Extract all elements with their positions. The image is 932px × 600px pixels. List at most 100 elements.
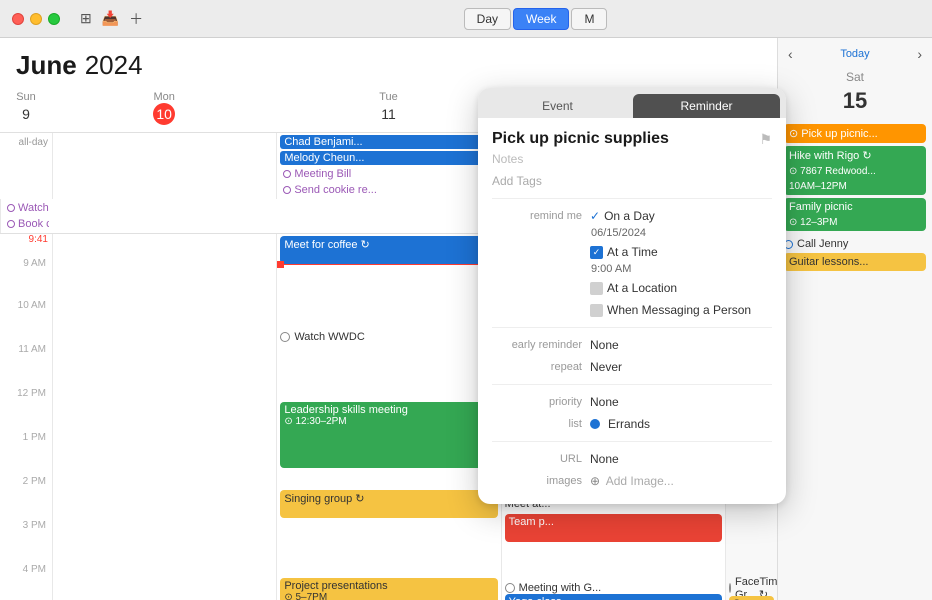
at-location-row: At a Location: [492, 277, 772, 299]
minimize-button[interactable]: [30, 13, 42, 25]
right-event-family-picnic[interactable]: Family picnic ⊙ 12–3PM: [784, 198, 926, 231]
divider-1: [492, 198, 772, 199]
mon-events-col[interactable]: Meet for coffee ↻ Watch WWDC Leadership …: [276, 234, 500, 600]
sun-events-col[interactable]: [52, 234, 276, 600]
sidebar-toggle-icon[interactable]: ⊞: [80, 10, 92, 27]
repeat-label: repeat: [492, 361, 582, 373]
soccer-event[interactable]: Soccer practice: [729, 596, 774, 600]
add-icon[interactable]: ＋: [129, 9, 143, 29]
allday-event-meeting-bill[interactable]: Meeting Bill: [280, 167, 497, 181]
divider-4: [492, 441, 772, 442]
current-time-indicator: [277, 261, 500, 268]
team-p-event[interactable]: Team p...: [505, 514, 722, 542]
list-val[interactable]: Errands: [608, 417, 650, 431]
at-a-time-row: At a Time: [492, 241, 772, 263]
day-view-button[interactable]: Day: [464, 8, 511, 30]
event-tab[interactable]: Event: [484, 94, 631, 118]
popup-tabs: Event Reminder: [478, 88, 786, 118]
at-a-time-check[interactable]: At a Time: [590, 245, 658, 259]
current-time-label: 9:41: [29, 234, 48, 245]
flag-icon[interactable]: ⚑: [759, 131, 772, 148]
meeting-bill-dot: [283, 170, 291, 178]
watch-dot: [7, 204, 15, 212]
mini-nav: ‹ Today ›: [778, 38, 932, 66]
singing-group-event[interactable]: Singing group ↻: [280, 490, 497, 518]
divider-2: [492, 327, 772, 328]
sat-date: 15: [778, 88, 932, 120]
month-view-button[interactable]: M: [571, 8, 607, 30]
reminder-tab[interactable]: Reminder: [633, 94, 780, 118]
list-row: list Errands: [492, 413, 772, 435]
right-event-picnic[interactable]: ⊙ Pick up picnic...: [784, 124, 926, 143]
watch-wwdc-event[interactable]: Watch WWDC: [280, 322, 497, 352]
at-a-time-label: At a Time: [607, 245, 658, 259]
on-a-day-label: On a Day: [604, 209, 655, 223]
right-sidebar: ‹ Today › Sat 15 ⊙ Pick up picnic... Hik…: [777, 38, 932, 600]
time-2pm: 2 PM: [0, 476, 52, 520]
popup-notes[interactable]: Notes: [492, 152, 772, 166]
project-presentations-event[interactable]: Project presentations ⊙ 5–7PM: [280, 578, 497, 600]
add-image-button[interactable]: ⊕ Add Image...: [590, 474, 674, 488]
time-labels-col: 9:41 9 AM 10 AM 11 AM 12 PM 1 PM 2 PM 3 …: [0, 234, 52, 600]
popup-tags[interactable]: Add Tags: [492, 174, 772, 188]
prev-month-button[interactable]: ‹: [788, 46, 793, 62]
at-a-time-checkbox[interactable]: [590, 246, 603, 259]
reminder-popup[interactable]: Event Reminder Pick up picnic supplies ⚑…: [478, 88, 786, 504]
at-location-checkbox[interactable]: [590, 282, 603, 295]
at-location-check[interactable]: At a Location: [590, 281, 677, 295]
allday-event-cookie[interactable]: Send cookie re...: [280, 183, 497, 197]
year-label: 2024: [85, 50, 143, 81]
day-header-mon[interactable]: Mon 10: [52, 87, 276, 132]
at-location-label: At a Location: [607, 281, 677, 295]
images-row: images ⊕ Add Image...: [492, 470, 772, 492]
time-11am: 11 AM: [0, 344, 52, 388]
right-event-hike[interactable]: Hike with Rigo ↻ ⊙ 7867 Redwood... 10AM–…: [784, 146, 926, 195]
allday-event-chad[interactable]: Chad Benjami...: [280, 135, 497, 149]
when-messaging-label: When Messaging a Person: [607, 303, 751, 317]
calendar-header: June 2024: [0, 38, 777, 87]
next-month-button[interactable]: ›: [917, 46, 922, 62]
repeat-row: repeat Never: [492, 356, 772, 378]
toolbar-icons: ⊞ 📥 ＋: [80, 9, 143, 29]
yoga-event[interactable]: Yoga class ⊙ Golden Gate Park 5:15–6:45P…: [505, 594, 722, 600]
inbox-icon[interactable]: 📥: [102, 10, 119, 27]
priority-val[interactable]: None: [590, 395, 619, 409]
allday-mon: Chad Benjami... Melody Cheun... Meeting …: [276, 133, 500, 199]
month-label: June: [16, 50, 77, 81]
allday-label: all-day: [0, 133, 52, 199]
list-dot: [590, 419, 600, 429]
allday-event-watch[interactable]: Watch new mo...: [4, 201, 49, 215]
time-4pm: 4 PM: [0, 564, 52, 600]
time-3pm: 3 PM: [0, 520, 52, 564]
leadership-event[interactable]: Leadership skills meeting ⊙ 12:30–2PM: [280, 402, 497, 468]
meet-coffee-event[interactable]: Meet for coffee ↻: [280, 236, 497, 264]
right-event-call-jenny[interactable]: Call Jenny: [784, 238, 926, 250]
when-messaging-checkbox[interactable]: [590, 304, 603, 317]
early-reminder-row: early reminder None: [492, 334, 772, 356]
repeat-val[interactable]: Never: [590, 360, 622, 374]
view-switcher: Day Week M: [464, 8, 608, 30]
close-button[interactable]: [12, 13, 24, 25]
week-view-button[interactable]: Week: [513, 8, 569, 30]
calendar-main: June 2024 Sun 9 Mon 10 Tue 11 W Sat: [0, 38, 932, 600]
url-val[interactable]: None: [590, 452, 619, 466]
priority-label: priority: [492, 396, 582, 408]
when-messaging-check[interactable]: When Messaging a Person: [590, 303, 751, 317]
day-header-tue[interactable]: Tue 11: [276, 87, 500, 132]
early-reminder-val[interactable]: None: [590, 338, 619, 352]
remind-me-label: remind me: [492, 210, 582, 222]
right-event-guitar[interactable]: Guitar lessons...: [784, 253, 926, 271]
sat-events-list: ⊙ Pick up picnic... Hike with Rigo ↻ ⊙ 7…: [778, 120, 932, 600]
sat-header: Sat: [778, 66, 932, 88]
allday-event-melody[interactable]: Melody Cheun...: [280, 151, 497, 165]
allday-event-bookclub[interactable]: Book club prep: [4, 217, 49, 231]
day-header-sun: Sun 9: [0, 87, 52, 132]
divider-3: [492, 384, 772, 385]
list-label: list: [492, 418, 582, 430]
early-reminder-label: early reminder: [492, 339, 582, 351]
titlebar: ⊞ 📥 ＋ Day Week M: [0, 0, 932, 38]
today-button[interactable]: Today: [840, 48, 869, 60]
maximize-button[interactable]: [48, 13, 60, 25]
on-a-day-check[interactable]: ✓ On a Day: [590, 209, 655, 223]
url-row: URL None: [492, 448, 772, 470]
